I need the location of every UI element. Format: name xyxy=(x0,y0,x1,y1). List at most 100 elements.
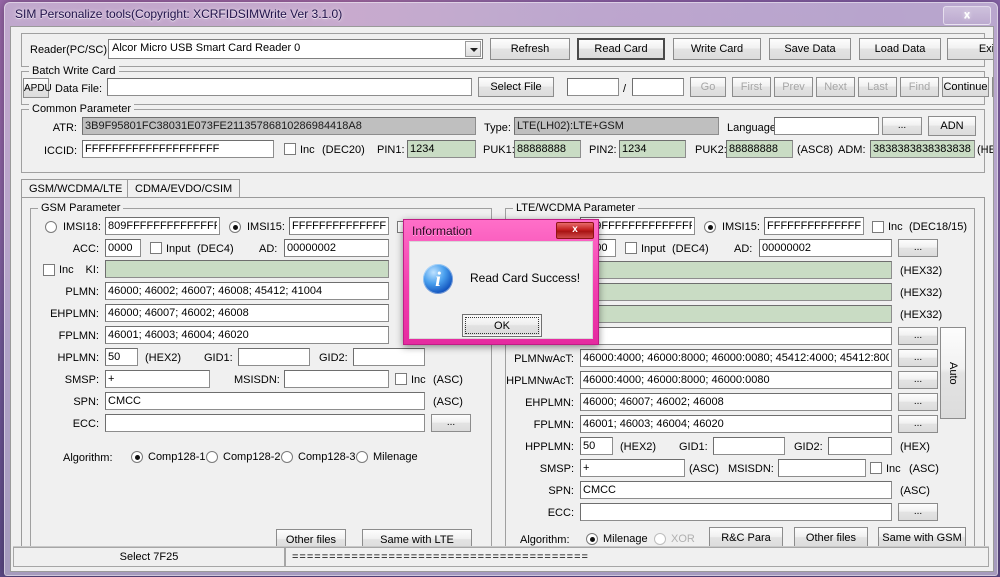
lte-same-with-gsm-button[interactable]: Same with GSM xyxy=(878,527,966,548)
lte-algorithm-radio-xor[interactable] xyxy=(654,533,666,545)
pin1-input[interactable] xyxy=(407,140,476,158)
lte-ecc-input[interactable] xyxy=(580,503,892,521)
gsm-ecc-browse-button[interactable]: ... xyxy=(431,414,471,432)
tab-cdma-evdo-csim[interactable]: CDMA/EVDO/CSIM xyxy=(127,179,240,198)
lte-plmnwact-input[interactable] xyxy=(580,349,892,367)
refresh-button[interactable]: Refresh xyxy=(490,38,570,60)
exit-button[interactable]: Exit xyxy=(947,38,994,60)
lte-opc-input[interactable] xyxy=(580,283,892,301)
gsm-acc-input[interactable] xyxy=(105,239,141,257)
select-file-button[interactable]: Select File xyxy=(478,77,554,97)
lte-ad-browse-button[interactable]: ... xyxy=(898,239,938,257)
batch-total-input[interactable] xyxy=(632,78,684,96)
lte-plmn-browse-button[interactable]: ... xyxy=(898,327,938,345)
gsm-algorithm-label: Algorithm: xyxy=(63,451,113,465)
gsm-imsi18-input[interactable] xyxy=(105,217,220,235)
lte-imsi15-radio[interactable] xyxy=(704,221,716,233)
gsm-plmn-input[interactable] xyxy=(105,282,389,300)
lte-ehplmn-input[interactable] xyxy=(580,393,892,411)
gsm-fplmn-input[interactable] xyxy=(105,326,389,344)
window-close-button[interactable]: x xyxy=(943,6,991,25)
adm-hint: (HEX16/8) xyxy=(977,143,994,157)
gsm-ad-input[interactable] xyxy=(284,239,389,257)
lte-imsi-inc-checkbox[interactable] xyxy=(872,221,884,233)
gsm-ehplmn-input[interactable] xyxy=(105,304,389,322)
gsm-spn-input[interactable] xyxy=(105,392,425,410)
last-button[interactable]: Last xyxy=(858,77,897,97)
lte-msisdn-inc-checkbox[interactable] xyxy=(870,462,882,474)
adn-button[interactable]: ADN xyxy=(928,116,976,136)
continue-button[interactable]: Continue xyxy=(942,77,989,97)
next-button[interactable]: Next xyxy=(816,77,855,97)
info-icon xyxy=(423,264,453,294)
lte-msisdn-input[interactable] xyxy=(778,459,866,477)
gsm-algorithm-radio-milenage[interactable] xyxy=(356,451,368,463)
lte-other-files-button[interactable]: Other files xyxy=(794,527,868,548)
gsm-acc-input-checkbox[interactable] xyxy=(150,242,162,254)
lte-gid2-input[interactable] xyxy=(828,437,892,455)
iccid-input[interactable] xyxy=(82,140,274,158)
gsm-msisdn-input[interactable] xyxy=(284,370,389,388)
chevron-down-icon[interactable] xyxy=(465,41,481,57)
lte-ki-input[interactable] xyxy=(580,261,892,279)
gsm-gid1-input[interactable] xyxy=(238,348,310,366)
gsm-imsi18-radio[interactable] xyxy=(45,221,57,233)
lte-ehplmn-browse-button[interactable]: ... xyxy=(898,393,938,411)
apdu-button[interactable]: APDU xyxy=(23,78,49,98)
gsm-gid2-input[interactable] xyxy=(353,348,425,366)
lte-acc-input-checkbox[interactable] xyxy=(625,242,637,254)
load-data-button[interactable]: Load Data xyxy=(859,38,941,60)
language-input[interactable] xyxy=(774,117,879,135)
gsm-algorithm-radio-comp128-1[interactable] xyxy=(131,451,143,463)
dialog-ok-button[interactable]: OK xyxy=(462,314,542,337)
adm-input[interactable] xyxy=(870,140,975,158)
lte-fplmn-input[interactable] xyxy=(580,415,892,433)
go-button[interactable]: Go xyxy=(690,77,726,97)
lte-msisdn-label: MSISDN: xyxy=(728,462,774,476)
write-card-button[interactable]: Write Card xyxy=(673,38,761,60)
gsm-ecc-input[interactable] xyxy=(105,414,425,432)
gsm-imsi15-input[interactable] xyxy=(289,217,389,235)
gsm-algorithm-radio-comp128-2[interactable] xyxy=(206,451,218,463)
gsm-imsi15-radio[interactable] xyxy=(229,221,241,233)
puk1-input[interactable] xyxy=(514,140,581,158)
reader-select[interactable]: Alcor Micro USB Smart Card Reader 0 xyxy=(108,39,483,59)
language-browse-button[interactable]: ... xyxy=(882,117,922,135)
gsm-smsp-input[interactable] xyxy=(105,370,210,388)
lte-hpplmn-input[interactable] xyxy=(580,437,613,455)
lte-ecc-browse-button[interactable]: ... xyxy=(898,503,938,521)
first-button[interactable]: First xyxy=(732,77,771,97)
lte-op-input[interactable] xyxy=(580,305,892,323)
lte-auto-button[interactable]: Auto xyxy=(940,327,966,419)
lte-hplmnwact-browse-button[interactable]: ... xyxy=(898,371,938,389)
lte-hplmnwact-input[interactable] xyxy=(580,371,892,389)
lte-plmn-input[interactable] xyxy=(580,327,892,345)
lte-imsi15-input[interactable] xyxy=(764,217,864,235)
lte-gid1-input[interactable] xyxy=(713,437,785,455)
tab-gsm-wcdma-lte[interactable]: GSM/WCDMA/LTE xyxy=(21,179,130,198)
iccid-inc-checkbox[interactable] xyxy=(284,143,296,155)
gsm-ki-input[interactable] xyxy=(105,260,389,278)
find-button[interactable]: Find xyxy=(900,77,939,97)
pin2-label: PIN2: xyxy=(589,143,617,157)
puk2-input[interactable] xyxy=(726,140,793,158)
lte-ad-input[interactable] xyxy=(759,239,892,257)
gsm-hplmn-input[interactable] xyxy=(105,348,138,366)
template-button[interactable]: Template xyxy=(992,77,994,97)
lte-spn-input[interactable] xyxy=(580,481,892,499)
desktop-background: SIM Personalize tools(Copyright: XCRFIDS… xyxy=(0,0,1000,577)
read-card-button[interactable]: Read Card xyxy=(577,38,665,60)
lte-smsp-input[interactable] xyxy=(580,459,685,477)
prev-button[interactable]: Prev xyxy=(774,77,813,97)
batch-index-input[interactable] xyxy=(567,78,619,96)
pin2-input[interactable] xyxy=(619,140,686,158)
lte-plmnwact-browse-button[interactable]: ... xyxy=(898,349,938,367)
dialog-close-button[interactable]: x xyxy=(556,222,594,239)
lte-algorithm-radio-milenage[interactable] xyxy=(586,533,598,545)
lte-rc-para-button[interactable]: R&C Para xyxy=(709,527,783,548)
gsm-algorithm-radio-comp128-3[interactable] xyxy=(281,451,293,463)
lte-fplmn-browse-button[interactable]: ... xyxy=(898,415,938,433)
gsm-msisdn-inc-checkbox[interactable] xyxy=(395,373,407,385)
save-data-button[interactable]: Save Data xyxy=(769,38,851,60)
data-file-input[interactable] xyxy=(107,78,472,96)
